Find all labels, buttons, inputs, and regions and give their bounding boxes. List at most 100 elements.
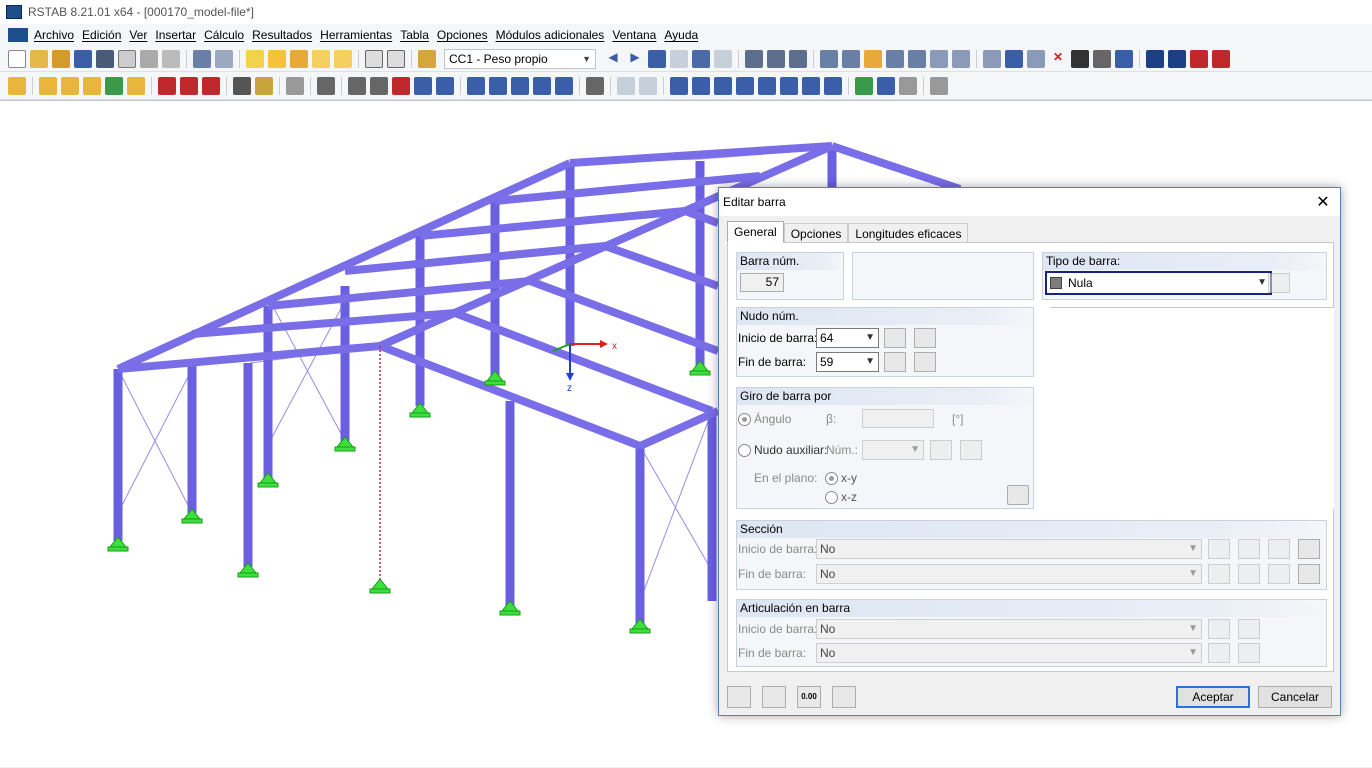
tab-general[interactable]: General — [727, 221, 784, 243]
dimension-icon[interactable] — [233, 76, 251, 95]
result-n-icon[interactable] — [617, 76, 635, 95]
menu-modulos-adicionales[interactable]: Módulos adicionales — [496, 28, 613, 42]
section-end-select[interactable]: No ▼ — [816, 564, 1202, 584]
diagonal-icon[interactable] — [83, 76, 101, 95]
pick-start-node-button[interactable] — [884, 328, 906, 348]
section-icon[interactable] — [745, 49, 763, 68]
tab-opciones[interactable]: Opciones — [783, 223, 849, 243]
guide-icon[interactable] — [317, 76, 335, 95]
force-vz-icon[interactable] — [714, 76, 732, 95]
symmetry-icon[interactable] — [1027, 49, 1045, 68]
release-icon[interactable] — [127, 76, 145, 95]
moment-mz-icon[interactable] — [780, 76, 798, 95]
units-icon[interactable]: 0.00 — [797, 686, 821, 708]
truss-icon[interactable] — [61, 76, 79, 95]
document-window-icon[interactable] — [8, 28, 28, 42]
values-icon[interactable] — [714, 49, 732, 68]
measure-icon[interactable] — [952, 49, 970, 68]
menu-ver[interactable]: Ver — [129, 28, 155, 42]
move-icon[interactable] — [864, 49, 882, 68]
menu-opciones[interactable]: Opciones — [437, 28, 496, 42]
target-icon[interactable] — [290, 49, 308, 68]
hinge-start-edit-button[interactable] — [1238, 619, 1260, 639]
undo-icon[interactable] — [193, 49, 211, 68]
section-new-button[interactable] — [1238, 539, 1260, 559]
new-start-node-button[interactable] — [914, 328, 936, 348]
module-a-icon[interactable] — [1146, 49, 1164, 68]
report-result-icon[interactable] — [930, 76, 948, 95]
menu-archivo[interactable]: Archivo — [34, 28, 82, 42]
aux-node-select[interactable]: ▼ — [862, 440, 924, 460]
node-icon[interactable] — [8, 76, 26, 95]
new-aux-node-button[interactable] — [960, 440, 982, 460]
visibility-icon[interactable] — [586, 76, 604, 95]
mirror-icon[interactable] — [908, 49, 926, 68]
block-icon[interactable] — [74, 49, 92, 68]
save-icon[interactable] — [96, 49, 114, 68]
scale-icon[interactable] — [930, 49, 948, 68]
menu-insertar[interactable]: Insertar — [155, 28, 204, 42]
tab-longitudes-eficaces[interactable]: Longitudes eficaces — [848, 223, 969, 243]
view-3d-icon[interactable] — [414, 76, 432, 95]
frame-icon[interactable] — [789, 49, 807, 68]
redo-icon[interactable] — [215, 49, 233, 68]
new-end-node-button[interactable] — [914, 352, 936, 372]
angle-radio[interactable] — [738, 413, 751, 426]
next-arrow-icon[interactable]: ▶ — [626, 50, 644, 68]
reaction-pz-icon[interactable] — [824, 76, 842, 95]
beta-angle-input[interactable] — [862, 409, 934, 428]
comment-icon[interactable] — [312, 49, 330, 68]
filter-icon[interactable] — [1115, 49, 1133, 68]
support-icon[interactable] — [105, 76, 123, 95]
menu-resultados[interactable]: Resultados — [252, 28, 320, 42]
support-reaction-icon[interactable] — [855, 76, 873, 95]
module-b-icon[interactable] — [1168, 49, 1186, 68]
table-icon[interactable] — [365, 49, 383, 68]
menu-calculo[interactable]: Cálculo — [204, 28, 252, 42]
select-grid-icon[interactable] — [842, 49, 860, 68]
force-n-icon[interactable] — [670, 76, 688, 95]
results-icon[interactable] — [648, 49, 666, 68]
pick-member-icon[interactable] — [832, 686, 856, 708]
member-icon[interactable] — [39, 76, 57, 95]
close-icon[interactable]: ✕ — [1310, 191, 1336, 213]
view-options-icon[interactable] — [555, 76, 573, 95]
ok-button[interactable]: Aceptar — [1176, 686, 1250, 708]
deformed-icon[interactable] — [877, 76, 895, 95]
view-y-icon[interactable] — [489, 76, 507, 95]
menu-ayuda[interactable]: Ayuda — [664, 28, 706, 42]
load-imperfection-icon[interactable] — [202, 76, 220, 95]
plane-xy-radio[interactable] — [825, 472, 838, 485]
select-window-icon[interactable] — [820, 49, 838, 68]
snap-grid-icon[interactable] — [286, 76, 304, 95]
member-type-edit-button[interactable] — [1268, 273, 1290, 293]
render-icon[interactable] — [1071, 49, 1089, 68]
member-type-select[interactable]: Nula ▼ — [1045, 271, 1272, 295]
max-values-icon[interactable] — [670, 49, 688, 68]
open-folder-icon[interactable] — [30, 49, 48, 68]
factory-icon[interactable] — [767, 49, 785, 68]
menu-ventana[interactable]: Ventana — [612, 28, 664, 42]
load-node-icon[interactable] — [158, 76, 176, 95]
connect-icon[interactable] — [983, 49, 1001, 68]
reaction-py-icon[interactable] — [802, 76, 820, 95]
menu-edicion[interactable]: Edición — [82, 28, 129, 42]
previous-arrow-icon[interactable]: ◀ — [604, 50, 622, 68]
view-z-icon[interactable] — [511, 76, 529, 95]
section-edit-button[interactable] — [1268, 539, 1290, 559]
window-icon[interactable] — [334, 49, 352, 68]
info-icon[interactable] — [1007, 485, 1029, 505]
view-x-icon[interactable] — [467, 76, 485, 95]
section-end-library-button[interactable] — [1208, 564, 1230, 584]
menu-herramientas[interactable]: Herramientas — [320, 28, 400, 42]
menu-tabla[interactable]: Tabla — [400, 28, 437, 42]
section-start-select[interactable]: No ▼ — [816, 539, 1202, 559]
end-node-select[interactable]: 59 ▼ — [816, 352, 879, 372]
divide-icon[interactable] — [1005, 49, 1023, 68]
render-wire-icon[interactable] — [348, 76, 366, 95]
open-example-icon[interactable] — [52, 49, 70, 68]
zoom-window-icon[interactable] — [370, 76, 388, 95]
hinge-start-new-button[interactable] — [1208, 619, 1230, 639]
section-end-new-button[interactable] — [1238, 564, 1260, 584]
pick-end-node-button[interactable] — [884, 352, 906, 372]
